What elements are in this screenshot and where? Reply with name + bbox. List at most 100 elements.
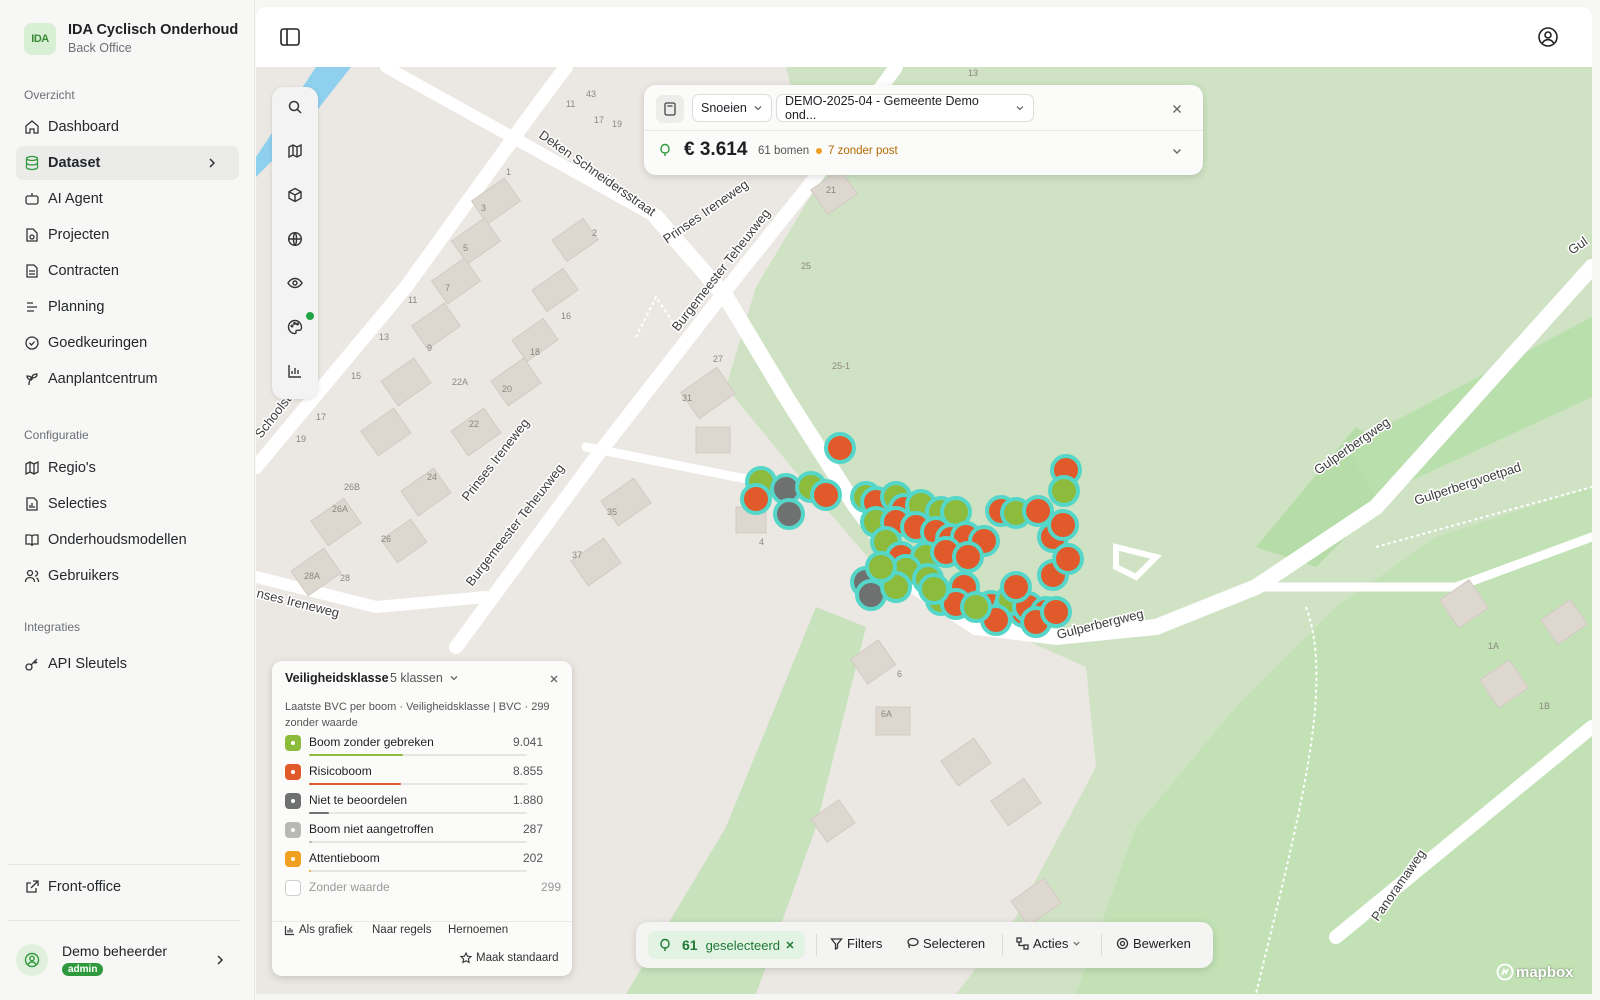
legend-swatch[interactable]: [285, 822, 301, 838]
chevron-down-icon: [1073, 941, 1081, 946]
tree-marker[interactable]: [1048, 475, 1080, 507]
tree-marker[interactable]: [740, 483, 772, 515]
map-visibility-button[interactable]: [281, 269, 309, 297]
sidebar-item-contracten[interactable]: Contracten: [16, 254, 239, 288]
map-search-button[interactable]: [281, 93, 309, 121]
sidebar-item-selecties[interactable]: Selecties: [16, 487, 239, 521]
legend-row[interactable]: Attentieboom 202: [285, 850, 561, 876]
nav-integraties: API Sleutels: [16, 647, 239, 683]
sidebar-item-dataset[interactable]: Dataset: [16, 146, 239, 180]
filters-button[interactable]: Filters: [830, 936, 882, 951]
tree-marker[interactable]: [1052, 543, 1084, 575]
sidebar-divider: [8, 920, 240, 921]
tree-marker[interactable]: [1047, 509, 1079, 541]
tree-icon: [660, 938, 670, 951]
tree-marker[interactable]: [952, 541, 984, 573]
rename-label: Hernoemen: [448, 924, 509, 936]
legend-swatch[interactable]: [285, 851, 301, 867]
map-stats-button[interactable]: [281, 357, 309, 385]
close-legend-button[interactable]: [546, 671, 562, 687]
chevron-right-icon: [209, 158, 216, 168]
palette-icon: [287, 319, 303, 335]
select-button[interactable]: Selecteren: [906, 936, 985, 951]
legend-row[interactable]: Boom niet aangetroffen 287: [285, 821, 561, 847]
sidebar-item-label: Regio's: [48, 460, 96, 476]
sidebar-item-gebruikers[interactable]: Gebruikers: [16, 559, 239, 593]
close-card-button[interactable]: [1167, 99, 1187, 119]
legend-label: Boom zonder gebreken: [309, 735, 434, 749]
section-label-overzicht: Overzicht: [24, 88, 75, 102]
contract-select-value: DEMO-2025-04 - Gemeente Demo ond...: [785, 94, 979, 122]
user-circle-icon: [1538, 27, 1558, 47]
section-label-configuratie: Configuratie: [24, 428, 89, 442]
sidebar-item-label: Selecties: [48, 496, 107, 512]
legend-row[interactable]: Zonder waarde 299: [285, 879, 561, 905]
total-cost: € 3.614: [684, 139, 748, 160]
contract-select[interactable]: DEMO-2025-04 - Gemeente Demo ond...: [776, 94, 1034, 122]
sidebar-item-label: AI Agent: [48, 191, 103, 207]
activity-select[interactable]: Snoeien: [692, 94, 772, 122]
legend-bar-track: [309, 841, 527, 843]
sidebar-item-planning[interactable]: Planning: [16, 290, 239, 324]
legend-bar-fill: [309, 754, 403, 756]
legend-swatch[interactable]: [285, 880, 301, 896]
clear-selection-icon[interactable]: [785, 940, 795, 950]
rename-button[interactable]: Hernoemen: [448, 924, 508, 936]
legend-swatch[interactable]: [285, 735, 301, 751]
edit-button[interactable]: Bewerken: [1116, 936, 1191, 951]
sidebar-item-label: Gebruikers: [48, 568, 119, 584]
brand[interactable]: IDA IDA Cyclisch Onderhoud Back Office: [24, 22, 238, 55]
legend-swatch[interactable]: [285, 793, 301, 809]
sidebar-item-ai-agent[interactable]: AI Agent: [16, 182, 239, 216]
calculator-button[interactable]: [656, 95, 684, 123]
selected-count-pill[interactable]: 61 geselecteerd: [648, 931, 805, 959]
legend-row[interactable]: Niet te beoordelen 1.880: [285, 792, 561, 818]
tree-marker[interactable]: [918, 573, 950, 605]
mapbox-attribution[interactable]: mapbox: [1496, 963, 1574, 981]
map-3d-button[interactable]: [281, 181, 309, 209]
sidebar-item-aanplantcentrum[interactable]: Aanplantcentrum: [16, 362, 239, 396]
tree-marker[interactable]: [1000, 571, 1032, 603]
list-icon: [27, 302, 37, 312]
actions-menu-button[interactable]: Acties: [1016, 936, 1081, 951]
legend-label: Niet te beoordelen: [309, 793, 408, 807]
tree-marker[interactable]: [865, 551, 897, 583]
selection-summary-card: Snoeien DEMO-2025-04 - Gemeente Demo ond…: [644, 85, 1203, 175]
tree-marker[interactable]: [810, 479, 842, 511]
cube-icon: [288, 187, 302, 203]
expand-card-button[interactable]: [1167, 141, 1187, 161]
sidebar-item-front-office[interactable]: Front-office: [16, 870, 239, 904]
map-style-button[interactable]: [281, 313, 309, 341]
tree-marker[interactable]: [960, 591, 992, 623]
sidebar-item-dashboard[interactable]: Dashboard: [16, 110, 239, 144]
make-default-button[interactable]: Maak standaard: [460, 952, 558, 964]
sidebar-toggle-button[interactable]: [276, 23, 304, 51]
legend-row[interactable]: Risicoboom 8.855: [285, 763, 561, 789]
file-chart-icon: [26, 497, 38, 511]
sidebar-item-goedkeuringen[interactable]: Goedkeuringen: [16, 326, 239, 360]
sidebar-item-regios[interactable]: Regio's: [16, 451, 239, 485]
map-toolbar: [272, 87, 318, 399]
tree-marker[interactable]: [773, 498, 805, 530]
legend-value: 9.041: [512, 735, 543, 749]
map-globe-button[interactable]: [281, 225, 309, 253]
user-menu[interactable]: Demo beheerder admin: [16, 935, 239, 985]
missing-post-warning[interactable]: 7 zonder post: [816, 145, 898, 157]
legend-swatch[interactable]: [285, 764, 301, 780]
legend-class-select[interactable]: 5 klassen: [390, 671, 459, 685]
as-chart-button[interactable]: Als grafiek: [284, 924, 353, 936]
sidebar-item-onderhoudsmodellen[interactable]: Onderhoudsmodellen: [16, 523, 239, 557]
sidebar-item-label: Projecten: [48, 227, 110, 243]
gear-icon: [1116, 937, 1129, 950]
tree-marker[interactable]: [824, 432, 856, 464]
legend-bar-track: [309, 812, 527, 814]
to-rules-button[interactable]: Naar regels: [372, 924, 431, 936]
legend-value: 202: [522, 851, 543, 865]
account-button[interactable]: [1534, 23, 1562, 51]
folder-icon: [26, 228, 38, 242]
sidebar-item-projecten[interactable]: Projecten: [16, 218, 239, 252]
map-layers-button[interactable]: [281, 137, 309, 165]
sidebar-item-api-sleutels[interactable]: API Sleutels: [16, 647, 239, 681]
tree-marker[interactable]: [1040, 596, 1072, 628]
legend-row[interactable]: Boom zonder gebreken 9.041: [285, 734, 561, 760]
